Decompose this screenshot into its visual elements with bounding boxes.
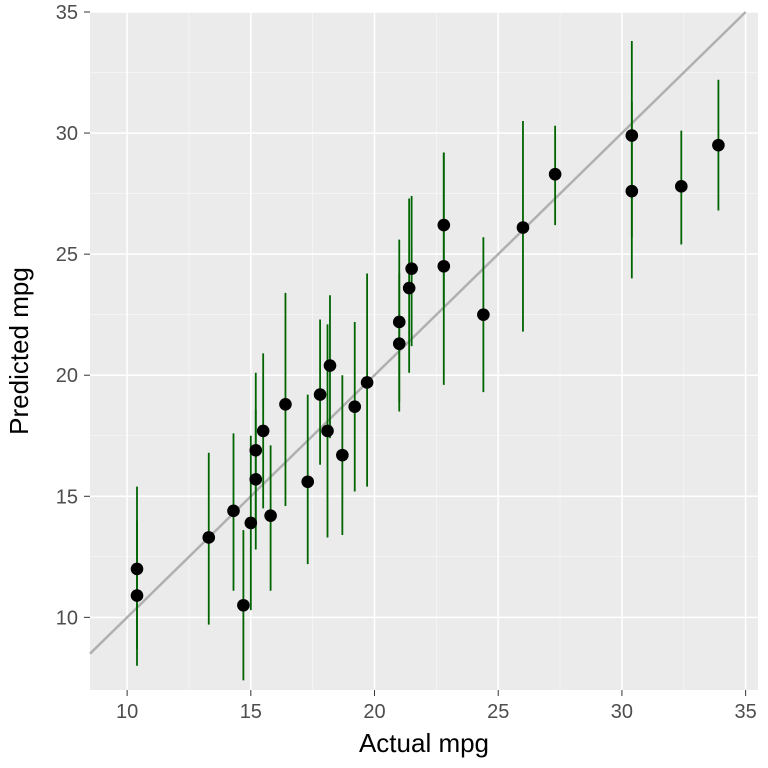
x-tick-label: 30 [611,701,633,723]
data-point [336,449,349,462]
data-point [202,531,215,544]
data-point [361,376,374,389]
data-point [348,400,361,413]
data-point [626,129,639,142]
data-point [301,475,314,488]
x-axis-title: Actual mpg [359,728,489,758]
data-point [549,168,562,181]
y-tick-label: 30 [56,123,78,145]
y-tick-label: 25 [56,244,78,266]
x-tick-label: 15 [240,701,262,723]
data-point [393,337,406,350]
y-tick-label: 10 [56,607,78,629]
data-point [437,260,450,273]
data-point [264,509,277,522]
data-point [131,563,144,576]
y-tick-label: 20 [56,365,78,387]
data-point [477,308,490,321]
data-point [405,262,418,275]
data-point [257,425,270,438]
data-point [403,282,416,295]
x-tick-label: 35 [735,701,757,723]
y-tick-label: 15 [56,486,78,508]
data-point [712,139,725,152]
data-point [675,180,688,193]
data-point [249,473,262,486]
x-tick-label: 10 [116,701,138,723]
data-point [249,444,262,457]
data-point [324,359,337,372]
x-tick-label: 20 [363,701,385,723]
data-point [626,185,639,198]
data-point [321,425,334,438]
x-tick-label: 25 [487,701,509,723]
data-point [393,316,406,329]
chart-container: 10 15 20 25 30 35 10 15 20 25 30 35 Actual mpg Predic… [0,0,768,768]
data-point [437,219,450,232]
data-point [517,221,530,234]
y-tick-label: 35 [56,2,78,24]
data-point [237,599,250,612]
data-point [314,388,327,401]
y-axis-title: Predicted mpg [4,267,34,435]
data-point [245,517,258,530]
plot-panel [90,12,758,690]
scatter-chart: 10 15 20 25 30 35 10 15 20 25 30 35 Actual mpg Predic… [0,0,768,768]
data-point [131,589,144,602]
data-point [279,398,292,411]
data-point [227,505,240,518]
